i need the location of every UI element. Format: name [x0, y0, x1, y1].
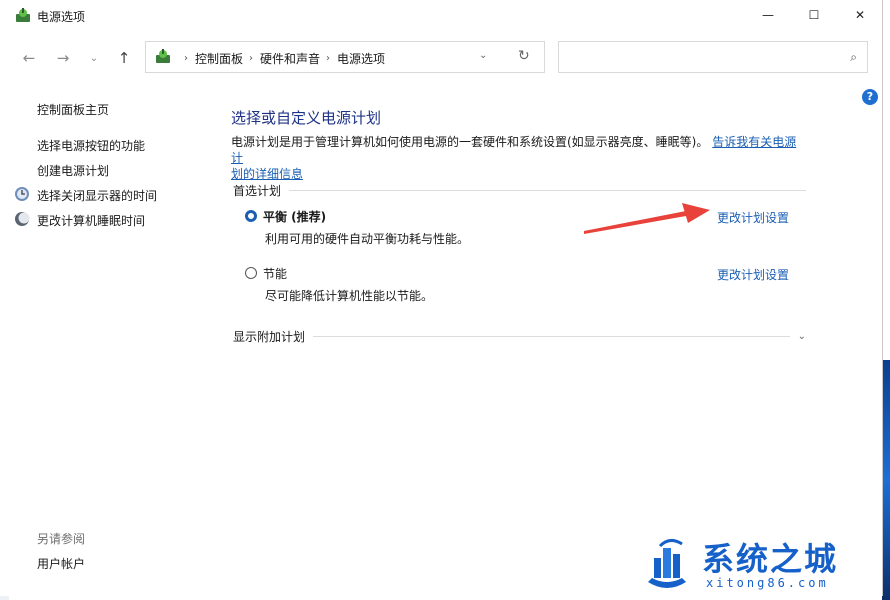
plan-balanced-change-settings-link[interactable]: 更改计划设置: [717, 209, 789, 226]
search-icon[interactable]: ⌕: [850, 50, 857, 65]
learn-more-link-cont[interactable]: 划的详细信息: [231, 167, 303, 181]
preferred-plans-section: 首选计划: [233, 181, 806, 199]
moon-icon: [15, 212, 30, 226]
sidebar-item-user-accounts[interactable]: 用户帐户: [37, 555, 85, 572]
power-options-window: 电源选项 — ☐ ✕ ← → ⌄ ↑ › 控制面板 › 硬件和声音 › 电源选项…: [0, 0, 883, 596]
window-title: 电源选项: [37, 10, 86, 24]
refresh-icon[interactable]: ↻: [518, 48, 530, 64]
sidebar-item-control-panel-home[interactable]: 控制面板主页: [37, 101, 109, 118]
sidebar-item-power-button[interactable]: 选择电源按钮的功能: [37, 137, 145, 154]
description-text: 电源计划是用于管理计算机如何使用电源的一套硬件和系统设置(如显示器亮度、睡眠等)…: [231, 135, 709, 149]
watermark-url: xitong86.com: [706, 576, 829, 590]
close-icon: ✕: [854, 8, 866, 22]
back-button[interactable]: ←: [18, 46, 40, 70]
show-additional-plans-label[interactable]: 显示附加计划: [233, 328, 305, 345]
plan-balanced-radio[interactable]: [245, 210, 257, 222]
page-title: 选择或自定义电源计划: [231, 109, 382, 127]
breadcrumb-separator: ›: [184, 53, 188, 64]
address-dropdown-icon[interactable]: ⌄: [479, 50, 487, 61]
red-arrow-annotation: [584, 203, 710, 234]
minimize-button[interactable]: —: [745, 0, 791, 30]
see-also-heading: 另请参阅: [37, 532, 86, 546]
help-icon[interactable]: ?: [862, 89, 878, 105]
sidebar-item-create-plan[interactable]: 创建电源计划: [37, 162, 109, 179]
back-arrow-icon: ←: [22, 49, 36, 67]
page-description: 电源计划是用于管理计算机如何使用电源的一套硬件和系统设置(如显示器亮度、睡眠等)…: [231, 134, 806, 182]
search-box[interactable]: ⌕: [558, 41, 868, 73]
sidebar-item-sleep-time[interactable]: 更改计算机睡眠时间: [37, 212, 145, 229]
address-bar[interactable]: › 控制面板 › 硬件和声音 › 电源选项 ⌄ ↻: [145, 41, 545, 73]
plan-power-saver-description: 尽可能降低计算机性能以节能。: [265, 289, 434, 303]
maximize-icon: ☐: [808, 8, 820, 22]
sidebar-item-display-timeout[interactable]: 选择关闭显示器的时间: [37, 187, 157, 204]
plan-power-saver-radio[interactable]: [245, 267, 257, 279]
divider: [313, 335, 790, 337]
watermark-text: 系统之城: [702, 540, 839, 578]
chevron-down-icon[interactable]: ⌄: [798, 331, 806, 342]
breadcrumb-separator[interactable]: ›: [249, 53, 253, 64]
breadcrumb-power-options[interactable]: 电源选项: [337, 50, 385, 67]
forward-arrow-icon: →: [56, 49, 70, 67]
divider: [289, 189, 806, 191]
minimize-icon: —: [762, 8, 774, 22]
up-button[interactable]: ↑: [113, 46, 135, 70]
maximize-button[interactable]: ☐: [791, 0, 837, 30]
plan-power-saver-name[interactable]: 节能: [263, 265, 287, 282]
up-arrow-icon: ↑: [117, 49, 131, 67]
navigation-bar: ← → ⌄ ↑ › 控制面板 › 硬件和声音 › 电源选项 ⌄ ↻ ⌕: [0, 38, 882, 78]
desktop-background-right: [882, 360, 890, 600]
breadcrumb: › 控制面板 › 硬件和声音 › 电源选项: [178, 50, 385, 67]
title-bar[interactable]: 电源选项 — ☐ ✕: [0, 0, 882, 32]
power-options-app-icon: [16, 8, 30, 22]
control-panel-icon: [156, 49, 170, 63]
breadcrumb-control-panel[interactable]: 控制面板: [195, 50, 243, 67]
monitor-icon: [15, 187, 29, 201]
close-button[interactable]: ✕: [837, 0, 883, 30]
plan-power-saver-change-settings-link[interactable]: 更改计划设置: [717, 266, 789, 283]
preferred-plans-label: 首选计划: [233, 183, 282, 198]
sidebar: 控制面板主页 选择电源按钮的功能 创建电源计划 选择关闭显示器的时间 更改计算机…: [0, 88, 200, 588]
show-additional-plans-section[interactable]: 显示附加计划 ⌄: [233, 327, 806, 345]
watermark: 系统之城 xitong86.com: [630, 528, 882, 600]
breadcrumb-separator[interactable]: ›: [326, 53, 330, 64]
chevron-down-icon: ⌄: [89, 52, 99, 64]
recent-locations-button[interactable]: ⌄: [86, 46, 102, 70]
forward-button[interactable]: →: [52, 46, 74, 70]
city-logo-icon: [648, 539, 686, 588]
breadcrumb-hardware-sound[interactable]: 硬件和声音: [260, 50, 320, 67]
plan-balanced-description: 利用可用的硬件自动平衡功耗与性能。: [265, 232, 470, 246]
plan-balanced-name[interactable]: 平衡 (推荐): [263, 208, 326, 225]
